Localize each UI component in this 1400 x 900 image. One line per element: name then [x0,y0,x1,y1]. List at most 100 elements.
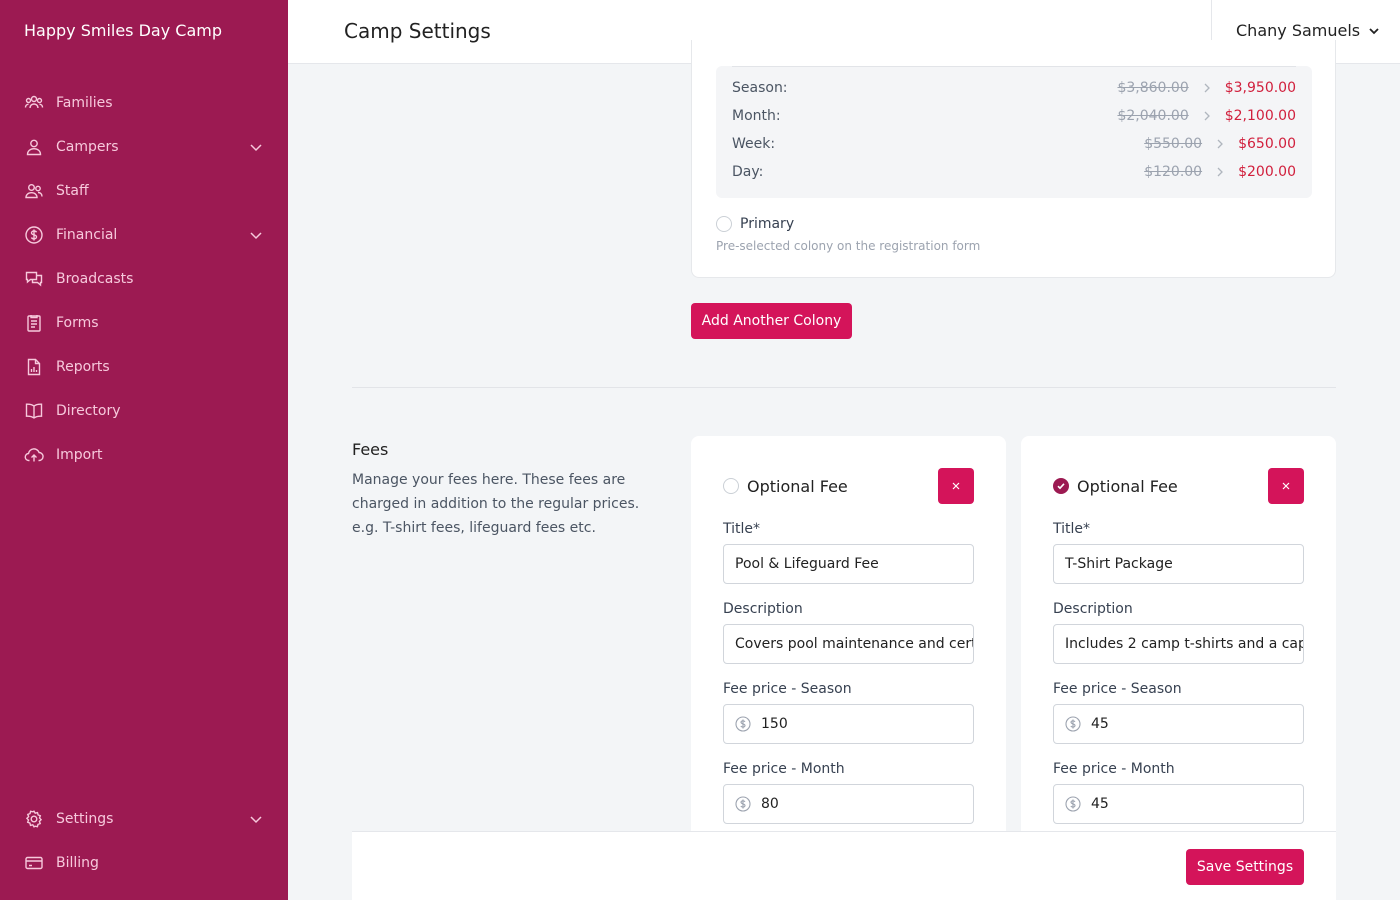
sidebar-item-forms[interactable]: Forms [0,301,288,345]
sidebar-item-staff[interactable]: Staff [0,169,288,213]
fee-month-input[interactable]: 45 [1053,784,1304,824]
primary-checkbox-row[interactable]: Primary [716,216,794,232]
primary-help-text: Pre-selected colony on the registration … [716,239,981,253]
gear-icon [24,809,44,829]
user-icon [24,137,44,157]
credit-card-icon [24,853,44,873]
sidebar-item-label: Forms [56,315,99,331]
optional-fee-checkbox[interactable] [723,478,739,494]
fee-title-label: Title* [1053,521,1091,537]
dollar-icon [24,225,44,245]
sidebar-item-families[interactable]: Families [0,81,288,125]
sidebar-item-billing[interactable]: Billing [0,841,288,885]
close-icon [951,481,961,491]
user-menu[interactable]: Chany Samuels [1236,21,1382,40]
sidebar-item-label: Campers [56,139,119,155]
chevron-down-icon[interactable] [248,227,264,243]
sidebar-item-financial[interactable]: Financial [0,213,288,257]
sidebar-item-label: Import [56,447,103,463]
colony-price-summary: Season: $3,860.00 $3,950.00 Month: $2,04… [716,66,1312,198]
new-price: $200.00 [1238,164,1296,180]
cloud-upload-icon [24,445,44,465]
fee-description-input[interactable]: Covers pool maintenance and certified li… [723,624,974,664]
sidebar-item-label: Families [56,95,113,111]
sidebar-item-label: Settings [56,811,114,827]
fee-season-label: Fee price - Season [1053,681,1182,697]
sidebar-item-broadcasts[interactable]: Broadcasts [0,257,288,301]
price-row-month: Month: $2,040.00 $2,100.00 [732,106,1296,126]
save-bar: Save Settings [352,831,1336,900]
fee-month-label: Fee price - Month [723,761,845,777]
fee-season-input[interactable]: 45 [1053,704,1304,744]
chevron-right-icon [1197,111,1217,121]
sidebar-item-label: Directory [56,403,121,419]
remove-fee-button[interactable] [1268,468,1304,504]
sidebar-item-label: Broadcasts [56,271,134,287]
fee-season-value: 150 [761,716,788,732]
price-label: Month: [732,108,781,124]
fees-section-description: Manage your fees here. These fees are ch… [352,472,640,536]
fee-card: Optional Fee Title* Pool & Lifeguard Fee… [691,436,1006,856]
dollar-icon [1065,716,1081,732]
fee-month-input[interactable]: 80 [723,784,974,824]
fee-card-header: Optional Fee [1053,468,1304,504]
fee-title-input[interactable]: Pool & Lifeguard Fee [723,544,974,584]
sidebar-item-directory[interactable]: Directory [0,389,288,433]
fee-month-value: 45 [1091,796,1109,812]
price-row-season: Season: $3,860.00 $3,950.00 [732,78,1296,98]
save-settings-button[interactable]: Save Settings [1186,849,1304,885]
chevron-down-icon[interactable] [248,139,264,155]
fee-card: Optional Fee Title* T-Shirt Package Desc… [1021,436,1336,856]
dollar-icon [1065,796,1081,812]
fees-section-title: Fees [352,440,389,459]
app-name: Happy Smiles Day Camp [24,21,222,40]
price-label: Season: [732,80,788,96]
primary-label: Primary [740,216,795,232]
sidebar-item-campers[interactable]: Campers [0,125,288,169]
optional-fee-checkbox[interactable] [1053,478,1069,494]
sidebar-item-label: Staff [56,183,89,199]
fee-description-input[interactable]: Includes 2 camp t-shirts and a cap [1053,624,1304,664]
primary-checkbox[interactable] [716,216,732,232]
book-icon [24,401,44,421]
chevron-down-icon[interactable] [248,811,264,827]
divider [732,66,1296,67]
sidebar-item-label: Reports [56,359,110,375]
checkmark-icon [1056,481,1066,491]
sidebar-item-settings[interactable]: Settings [0,797,288,841]
fee-month-label: Fee price - Month [1053,761,1175,777]
families-icon [24,93,44,113]
forms-icon [24,313,44,333]
dollar-icon [735,796,751,812]
sidebar-bottom-nav: Settings Billing [0,797,288,885]
optional-fee-label: Optional Fee [1077,476,1178,496]
fee-season-value: 45 [1091,716,1109,732]
new-price: $650.00 [1238,136,1296,152]
new-price: $3,950.00 [1224,80,1296,96]
fee-title-input[interactable]: T-Shirt Package [1053,544,1304,584]
sidebar-item-reports[interactable]: Reports [0,345,288,389]
dollar-icon [735,716,751,732]
chat-icon [24,269,44,289]
fee-title-label: Title* [723,521,761,537]
section-divider [352,387,1336,388]
sidebar-item-import[interactable]: Import [0,433,288,477]
sidebar-item-label: Financial [56,227,118,243]
new-price: $2,100.00 [1224,108,1296,124]
fee-description-label: Description [1053,601,1133,617]
price-row-day: Day: $120.00 $200.00 [732,162,1296,182]
price-label: Week: [732,136,776,152]
optional-fee-label: Optional Fee [747,476,848,496]
page-title: Camp Settings [344,19,491,43]
price-row-week: Week: $550.00 $650.00 [732,134,1296,154]
remove-fee-button[interactable] [938,468,974,504]
sidebar: Happy Smiles Day Camp Families Campers S… [0,0,288,900]
fee-description-label: Description [723,601,803,617]
add-colony-button[interactable]: Add Another Colony [691,303,852,339]
fee-season-input[interactable]: 150 [723,704,974,744]
fee-card-header: Optional Fee [723,468,974,504]
chevron-right-icon [1210,139,1230,149]
staff-icon [24,181,44,201]
colony-card: Season: $3,860.00 $3,950.00 Month: $2,04… [691,40,1336,278]
old-price: $2,040.00 [1117,108,1189,124]
